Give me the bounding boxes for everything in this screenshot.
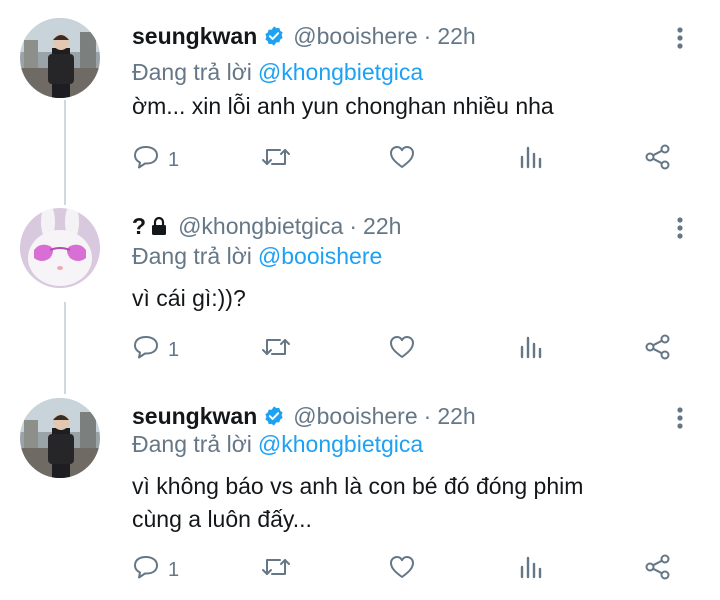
timestamp[interactable]: 22h — [363, 208, 401, 244]
replying-to-label: Đang trả lời — [132, 59, 252, 85]
author-handle[interactable]: @khongbietgica — [178, 208, 343, 244]
analytics-button[interactable] — [518, 142, 544, 178]
heart-icon — [388, 144, 416, 176]
tweet-1[interactable]: seungkwan @booishere · 22h Đang trả lời @… — [0, 18, 720, 198]
tweet-text-line: cùng a luôn đấy... — [132, 506, 312, 532]
heart-icon — [388, 334, 416, 366]
reply-mention-link[interactable]: @khongbietgica — [258, 431, 423, 457]
more-vertical-icon[interactable] — [664, 212, 696, 244]
tweet-actions: 1 — [132, 142, 692, 178]
retweet-icon — [260, 144, 292, 176]
tweet-text-line: vì không báo vs anh là con bé đó đóng ph… — [132, 473, 584, 499]
avatar-seungkwan[interactable] — [20, 398, 100, 478]
replying-to: Đang trả lời @khongbietgica — [132, 428, 423, 460]
retweet-button[interactable] — [260, 142, 292, 178]
retweet-button[interactable] — [260, 332, 292, 368]
analytics-icon — [518, 554, 544, 586]
tweet-2[interactable]: ? @khongbietgica · 22h Đang trả lời @booi… — [0, 208, 720, 384]
reply-button[interactable]: 1 — [132, 142, 179, 178]
like-button[interactable] — [388, 332, 416, 368]
lock-icon — [148, 215, 170, 237]
separator-dot: · — [423, 23, 432, 49]
replying-to: Đang trả lời @khongbietgica — [132, 56, 423, 88]
tweet-thread: seungkwan @booishere · 22h Đang trả lời @… — [0, 0, 720, 600]
analytics-icon — [518, 144, 544, 176]
share-icon — [644, 333, 672, 367]
author-name[interactable]: ? — [132, 208, 146, 244]
analytics-button[interactable] — [518, 332, 544, 368]
heart-icon — [388, 554, 416, 586]
like-button[interactable] — [388, 142, 416, 178]
share-icon — [644, 553, 672, 587]
tweet-actions: 1 — [132, 332, 692, 368]
more-vertical-icon[interactable] — [664, 22, 696, 54]
separator-dot: · — [423, 403, 432, 429]
replying-to: Đang trả lời @booishere — [132, 240, 382, 272]
replying-to-label: Đang trả lời — [132, 431, 252, 457]
replying-to-label: Đang trả lời — [132, 243, 252, 269]
reply-icon — [132, 144, 160, 176]
verified-badge-icon — [263, 405, 285, 427]
author-name[interactable]: seungkwan — [132, 18, 257, 54]
separator-dot: · — [349, 213, 358, 239]
more-vertical-icon[interactable] — [664, 402, 696, 434]
reply-count: 1 — [168, 558, 180, 581]
reply-count: 1 — [168, 338, 180, 361]
reply-button[interactable]: 1 — [132, 332, 179, 368]
timestamp[interactable]: 22h — [437, 18, 475, 54]
author-handle[interactable]: @booishere — [293, 18, 417, 54]
like-button[interactable] — [388, 552, 416, 588]
reply-icon — [132, 554, 160, 586]
analytics-icon — [518, 334, 544, 366]
tweet-text-line: vì cái gì:))? — [132, 285, 246, 311]
share-button[interactable] — [644, 552, 672, 588]
share-icon — [644, 143, 672, 177]
retweet-button[interactable] — [260, 552, 292, 588]
timestamp[interactable]: 22h — [437, 398, 475, 434]
avatar-seungkwan[interactable] — [20, 18, 100, 98]
tweet-header: ? @khongbietgica · 22h — [132, 208, 401, 244]
analytics-button[interactable] — [518, 552, 544, 588]
retweet-icon — [260, 334, 292, 366]
tweet-3[interactable]: seungkwan @booishere · 22h Đang trả lời @… — [0, 398, 720, 598]
verified-badge-icon — [263, 25, 285, 47]
share-button[interactable] — [644, 332, 672, 368]
reply-mention-link[interactable]: @khongbietgica — [258, 59, 423, 85]
tweet-header: seungkwan @booishere · 22h — [132, 18, 476, 54]
tweet-text: ờm... xin lỗi anh yun chonghan nhiều nha — [132, 90, 672, 123]
share-button[interactable] — [644, 142, 672, 178]
reply-count: 1 — [168, 148, 180, 171]
reply-icon — [132, 334, 160, 366]
tweet-text: vì cái gì:))? — [132, 282, 672, 315]
tweet-text-line: ờm... xin lỗi anh yun chonghan nhiều nha — [132, 93, 554, 119]
avatar-khongbietgica[interactable] — [20, 208, 100, 288]
reply-button[interactable]: 1 — [132, 552, 179, 588]
retweet-icon — [260, 554, 292, 586]
reply-mention-link[interactable]: @booishere — [258, 243, 382, 269]
tweet-text: vì không báo vs anh là con bé đó đóng ph… — [132, 470, 672, 536]
tweet-actions: 1 — [132, 552, 692, 588]
